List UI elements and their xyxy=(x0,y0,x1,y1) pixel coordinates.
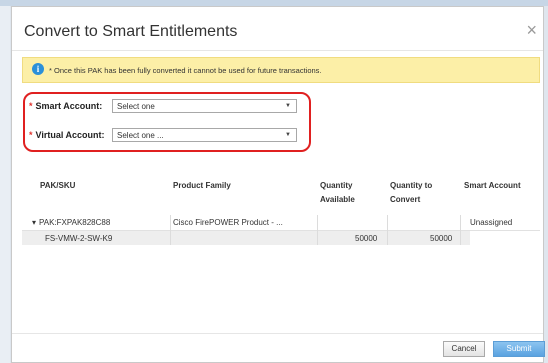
submit-button[interactable]: Submit xyxy=(493,341,545,357)
dialog-title: Convert to Smart Entitlements xyxy=(24,23,238,40)
table-row[interactable]: FS-VMW-2-SW-K9 50000 50000 xyxy=(22,231,470,245)
chevron-down-icon: ▼ xyxy=(285,132,291,138)
smart-account-value: Select one xyxy=(117,102,155,111)
info-icon: i xyxy=(32,63,44,75)
required-marker: * xyxy=(29,130,33,140)
footer-divider xyxy=(12,333,543,334)
notice-text: * Once this PAK has been fully converted… xyxy=(49,66,322,75)
column-divider xyxy=(317,215,318,245)
smart-account-label-text: Smart Account: xyxy=(35,101,103,111)
virtual-account-label: * Virtual Account: xyxy=(29,130,105,140)
column-divider xyxy=(387,215,388,245)
virtual-account-select[interactable]: Select one ... ▼ xyxy=(112,128,297,142)
convert-dialog: Convert to Smart Entitlements × i * Once… xyxy=(11,6,545,363)
smart-account-select[interactable]: Select one ▼ xyxy=(112,99,297,113)
pak-cell: PAK:FXPAK828C88 xyxy=(39,218,111,227)
header-product-family: Product Family xyxy=(173,181,231,190)
header-pak-sku: PAK/SKU xyxy=(40,181,76,190)
cancel-button[interactable]: Cancel xyxy=(443,341,485,357)
product-family-cell: Cisco FirePOWER Product - ... xyxy=(173,218,283,227)
table-row[interactable]: ▾ PAK:FXPAK828C88 Cisco FirePOWER Produc… xyxy=(22,215,540,231)
quantity-available-cell: 50000 xyxy=(355,234,378,243)
quantity-to-convert-cell: 50000 xyxy=(430,234,453,243)
column-divider xyxy=(170,215,171,245)
expand-toggle-icon[interactable]: ▾ xyxy=(32,218,36,227)
background-edge xyxy=(0,6,10,363)
header-quantity-available: Quantity Available xyxy=(320,181,355,204)
close-icon[interactable]: × xyxy=(526,21,537,39)
smart-account-label: * Smart Account: xyxy=(29,101,102,111)
title-divider xyxy=(12,50,543,51)
required-marker: * xyxy=(29,101,33,111)
virtual-account-label-text: Virtual Account: xyxy=(35,130,105,140)
virtual-account-value: Select one ... xyxy=(117,131,164,140)
notice-banner: i * Once this PAK has been fully convert… xyxy=(22,57,540,83)
column-divider xyxy=(460,215,461,245)
chevron-down-icon: ▼ xyxy=(285,103,291,109)
smart-account-cell: Unassigned xyxy=(470,218,513,227)
header-quantity-to-convert: Quantity to Convert xyxy=(390,181,433,204)
header-smart-account: Smart Account xyxy=(464,181,521,190)
sku-cell: FS-VMW-2-SW-K9 xyxy=(45,234,113,243)
